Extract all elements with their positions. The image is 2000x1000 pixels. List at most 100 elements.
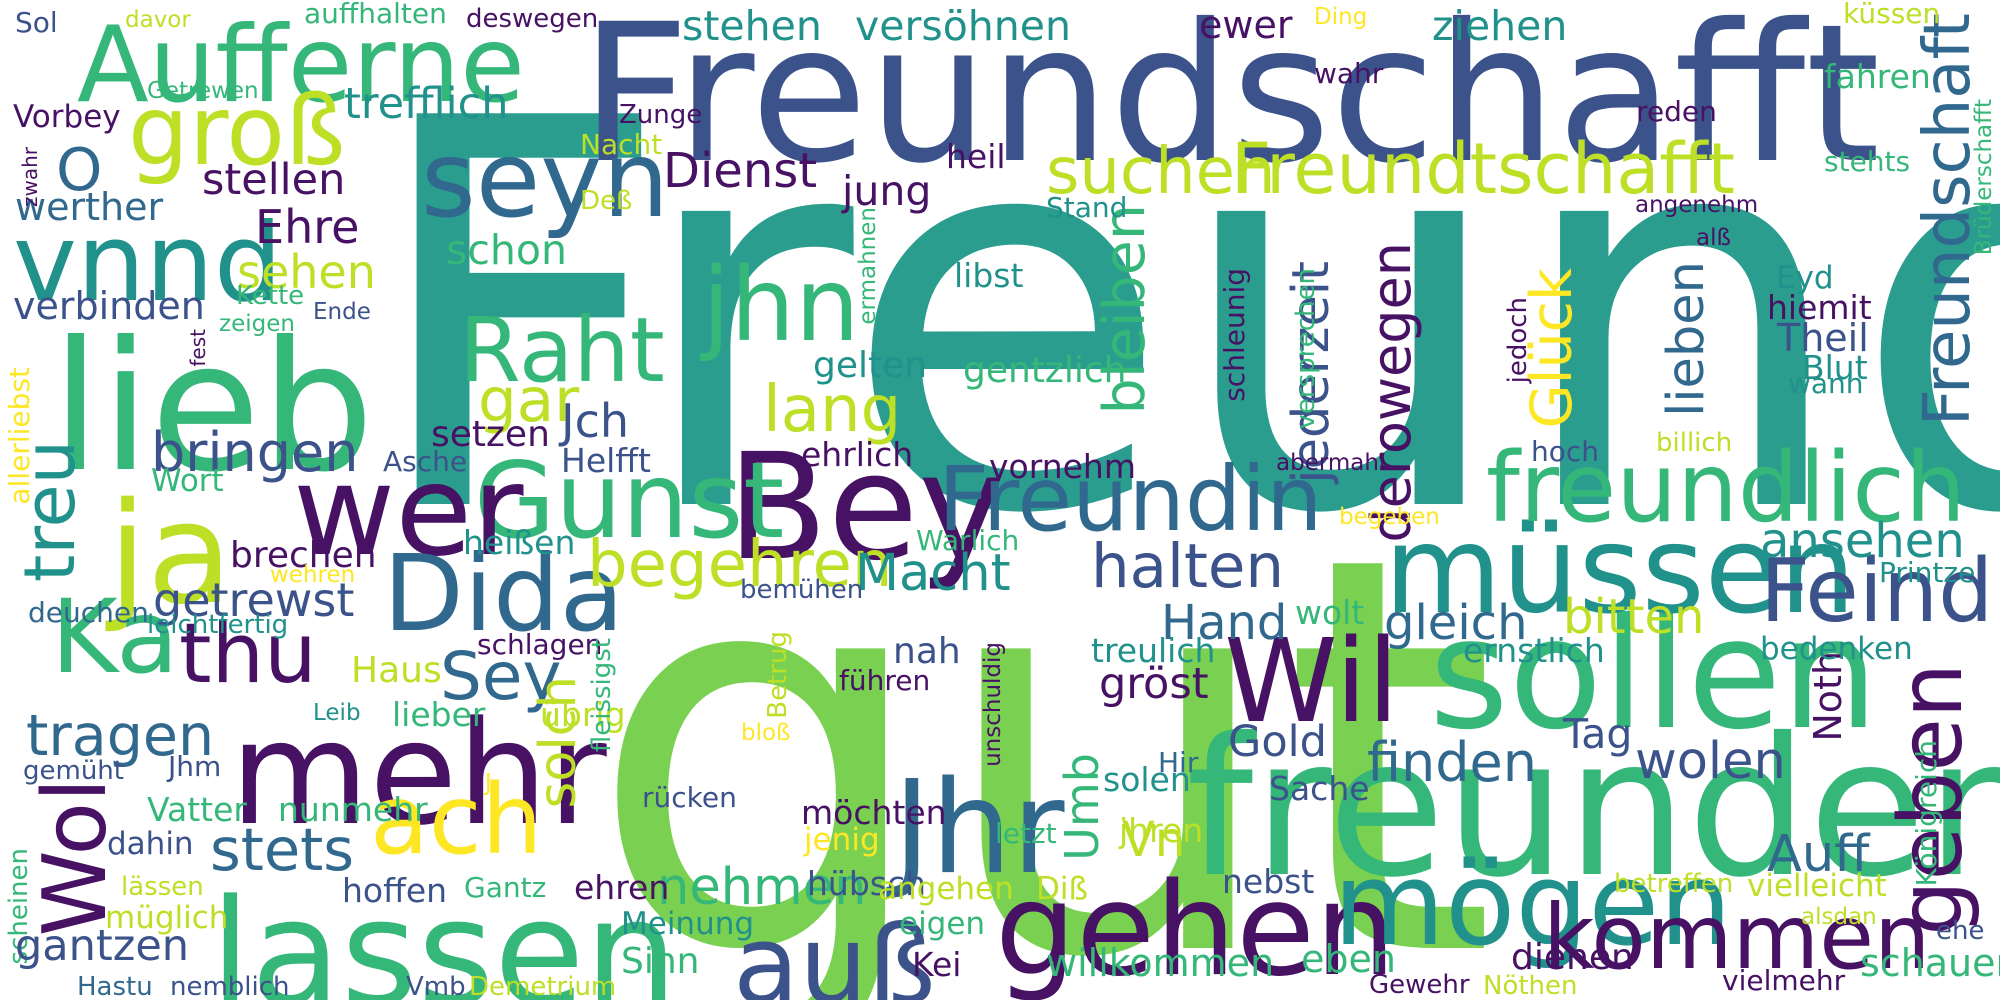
cloud-word: billich	[1656, 428, 1733, 458]
cloud-word: ehrlich	[801, 435, 914, 474]
cloud-word: jhren	[1119, 811, 1204, 850]
cloud-word: vornehm	[989, 447, 1136, 486]
cloud-word: gantzen	[15, 921, 190, 971]
cloud-word: Kette	[236, 281, 305, 311]
cloud-word: nebst	[1222, 862, 1315, 901]
cloud-word: Hir	[1158, 746, 1199, 779]
cloud-word: wehren	[270, 562, 356, 588]
cloud-word: davor	[125, 7, 191, 33]
cloud-word: Demetrium	[469, 972, 617, 1000]
cloud-word: deswegen	[466, 4, 599, 34]
cloud-word: heißen	[463, 523, 576, 562]
cloud-word: wolt	[1295, 593, 1365, 632]
cloud-word: Gold	[1228, 717, 1327, 767]
cloud-word: ewer	[1199, 3, 1293, 47]
cloud-word: angehen	[878, 871, 1014, 907]
cloud-word: schlagen	[477, 628, 603, 661]
cloud-word: ehren	[574, 868, 670, 907]
cloud-word: bedenken	[1760, 631, 1913, 667]
cloud-word: auffhalten	[304, 0, 447, 30]
cloud-word: hoffen	[342, 871, 448, 910]
cloud-word: gelten	[813, 345, 928, 386]
cloud-word: Vmb	[406, 972, 466, 1000]
cloud-word: willkommen	[1046, 941, 1275, 985]
cloud-word: jung	[842, 167, 932, 215]
cloud-word: lässen	[121, 872, 204, 902]
cloud-word: Sol	[15, 6, 58, 39]
cloud-word: ernstlich	[1463, 631, 1605, 670]
cloud-word: lieber	[392, 695, 486, 734]
cloud-word: O	[56, 135, 103, 204]
cloud-word: stellen	[202, 155, 346, 205]
cloud-word: Nacht	[580, 128, 663, 161]
cloud-word: rücken	[642, 781, 737, 814]
cloud-word: schauen	[1860, 941, 2000, 985]
cloud-word: treulich	[1091, 631, 1216, 670]
cloud-word: Diß	[1036, 871, 1089, 907]
cloud-word: Asche	[383, 445, 468, 478]
cloud-word: Jhm	[168, 750, 222, 783]
cloud-word: vielleicht	[1747, 868, 1887, 904]
cloud-word: J	[485, 770, 492, 796]
cloud-word: finden	[1367, 731, 1537, 794]
cloud-word: alß	[1696, 225, 1731, 251]
cloud-word: Königreich	[1910, 740, 1943, 887]
cloud-word: ehe	[1936, 916, 1985, 946]
cloud-word: Umb	[1055, 753, 1109, 861]
cloud-word: fahren	[1824, 57, 1931, 96]
cloud-word: ermahnen	[855, 207, 881, 325]
cloud-word: alsdan	[1801, 904, 1877, 930]
cloud-word: unschuldig	[980, 642, 1006, 767]
cloud-word: versprechen	[1291, 268, 1321, 430]
cloud-word: Ehre	[255, 200, 360, 254]
cloud-word: betreffen	[1614, 869, 1734, 899]
cloud-word: Vorbey	[13, 99, 121, 135]
cloud-word: Getrewen	[147, 78, 259, 104]
cloud-word: Hastu	[77, 972, 153, 1000]
cloud-word: schleunig	[1218, 268, 1251, 402]
cloud-word: Ende	[313, 299, 371, 325]
cloud-word: Wort	[151, 463, 224, 499]
cloud-word: verbinden	[13, 284, 205, 328]
cloud-word: trefflich	[344, 79, 509, 129]
cloud-word: Sache	[1269, 769, 1370, 808]
cloud-word: küssen	[1843, 0, 1941, 30]
cloud-word: Zunge	[619, 100, 703, 130]
cloud-word: stehen	[682, 2, 822, 50]
cloud-word: leichtfertig	[147, 610, 289, 640]
cloud-word: Deß	[580, 186, 633, 216]
cloud-word: angenehm	[1635, 192, 1759, 218]
cloud-word: schon	[446, 226, 567, 274]
cloud-word: nemblich	[170, 972, 290, 1000]
cloud-word: nunmehr	[278, 790, 428, 829]
cloud-word: gentzlich	[963, 350, 1127, 391]
cloud-word: führen	[839, 664, 931, 697]
cloud-word: wann	[1788, 367, 1864, 400]
cloud-word: stehts	[1824, 145, 1911, 178]
cloud-word: dahin	[107, 826, 194, 862]
cloud-word: begeben	[1339, 504, 1440, 530]
cloud-word: Sinn	[621, 941, 700, 982]
cloud-word: allerliebst	[3, 367, 36, 505]
cloud-word: derowegen	[1360, 242, 1423, 543]
cloud-word: Ding	[1314, 4, 1368, 30]
cloud-word: Printze	[1879, 556, 1976, 589]
cloud-word: bemühen	[740, 575, 864, 605]
cloud-word: bloß	[741, 720, 791, 746]
cloud-word: Kei	[912, 945, 962, 984]
cloud-word: jedoch	[1503, 297, 1533, 384]
cloud-word: Leib	[313, 700, 361, 726]
cloud-word: Helfft	[561, 441, 651, 480]
cloud-word: letzt	[995, 817, 1057, 850]
cloud-word: libst	[954, 256, 1024, 295]
cloud-word: lieben	[1657, 261, 1716, 417]
cloud-word: ziehen	[1432, 2, 1568, 50]
cloud-word: deuchen	[28, 596, 149, 629]
cloud-word: reden	[1636, 95, 1717, 128]
cloud-word: hiemit	[1767, 288, 1872, 327]
cloud-word: Brüderschafft	[1971, 99, 1997, 256]
cloud-word: zeigen	[219, 311, 295, 337]
cloud-word: jenig	[804, 822, 880, 858]
cloud-word: versöhnen	[855, 2, 1071, 50]
cloud-word: fest	[186, 329, 210, 367]
